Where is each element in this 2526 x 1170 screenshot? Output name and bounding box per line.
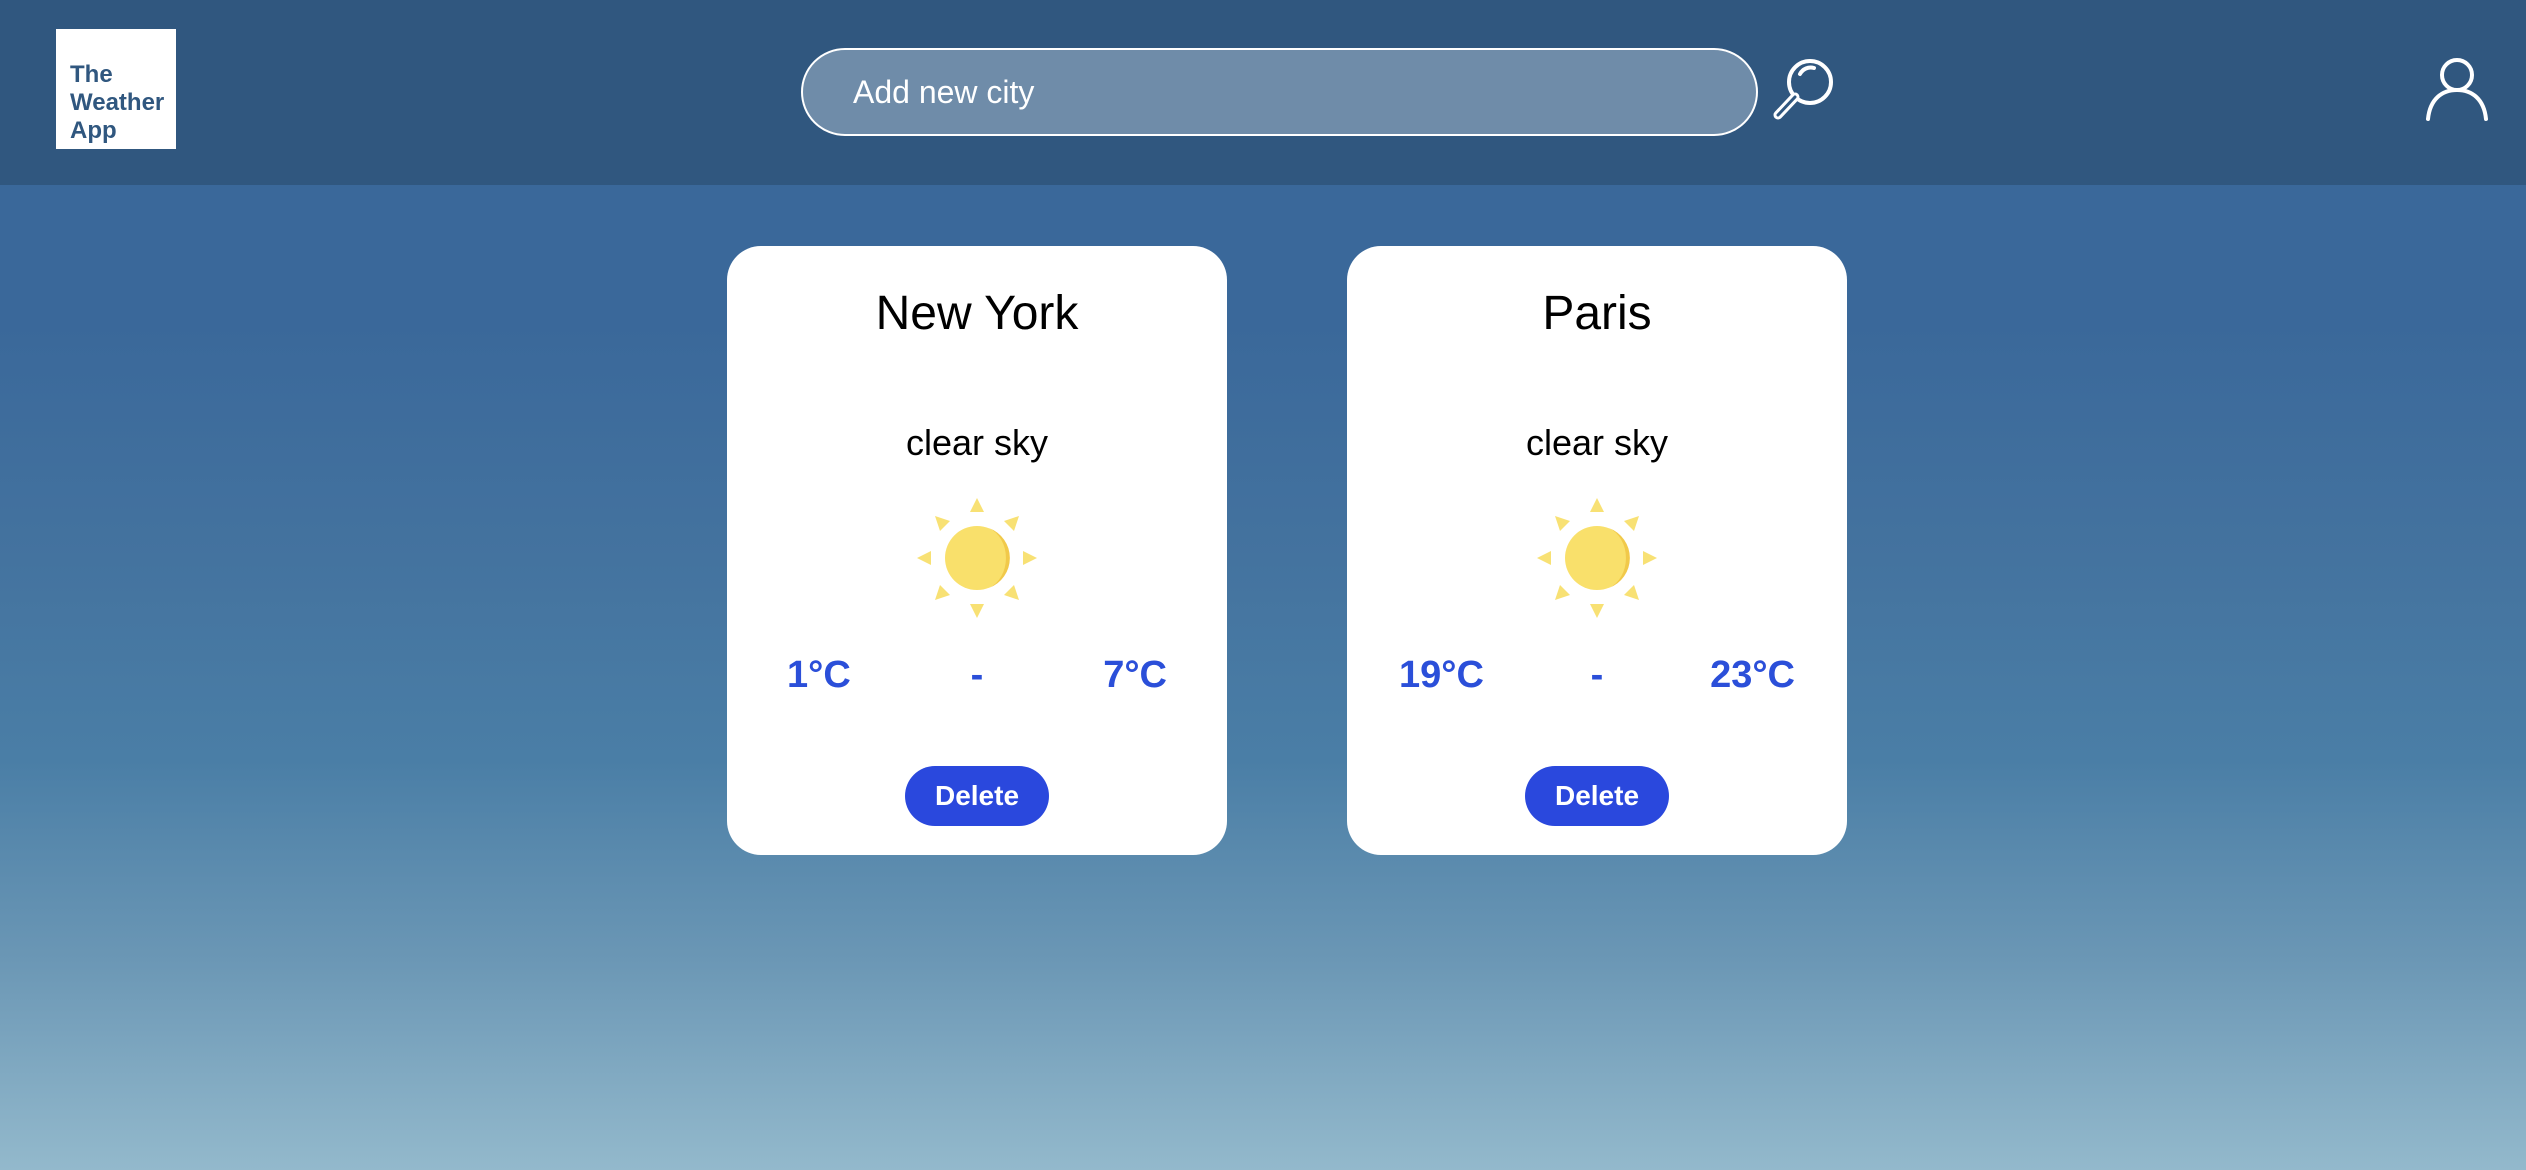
weather-description: clear sky [1525, 422, 1669, 463]
delete-button[interactable]: Delete [1525, 766, 1669, 826]
app-logo: The Weather App [56, 29, 176, 149]
temperature-range: 19°C - 23°C [1347, 650, 1847, 700]
city-card-new-york: New York clear sky 1°C - 7°C Delete [727, 246, 1227, 855]
max-temperature: 7°C [1103, 654, 1167, 696]
max-temperature: 23°C [1710, 654, 1795, 696]
logo-line: App [70, 117, 117, 144]
logo-line: The [70, 61, 113, 88]
search-button[interactable] [1768, 52, 1840, 124]
logo-line: Weather [70, 89, 165, 116]
city-name: New York [875, 287, 1079, 340]
magnifier-icon [1773, 59, 1833, 120]
sun-icon [1537, 498, 1657, 618]
city-name: Paris [1542, 287, 1652, 340]
delete-button[interactable]: Delete [905, 766, 1049, 826]
temperature-range: 1°C - 7°C [727, 650, 1227, 700]
user-account-button[interactable] [2424, 55, 2490, 121]
top-bar: The Weather App [0, 0, 2526, 185]
add-city-input[interactable] [801, 48, 1758, 136]
weather-description: clear sky [905, 422, 1049, 463]
user-icon [2426, 58, 2488, 121]
city-card-paris: Paris clear sky 19°C - 23°C Delete [1347, 246, 1847, 855]
sun-icon [917, 498, 1037, 618]
